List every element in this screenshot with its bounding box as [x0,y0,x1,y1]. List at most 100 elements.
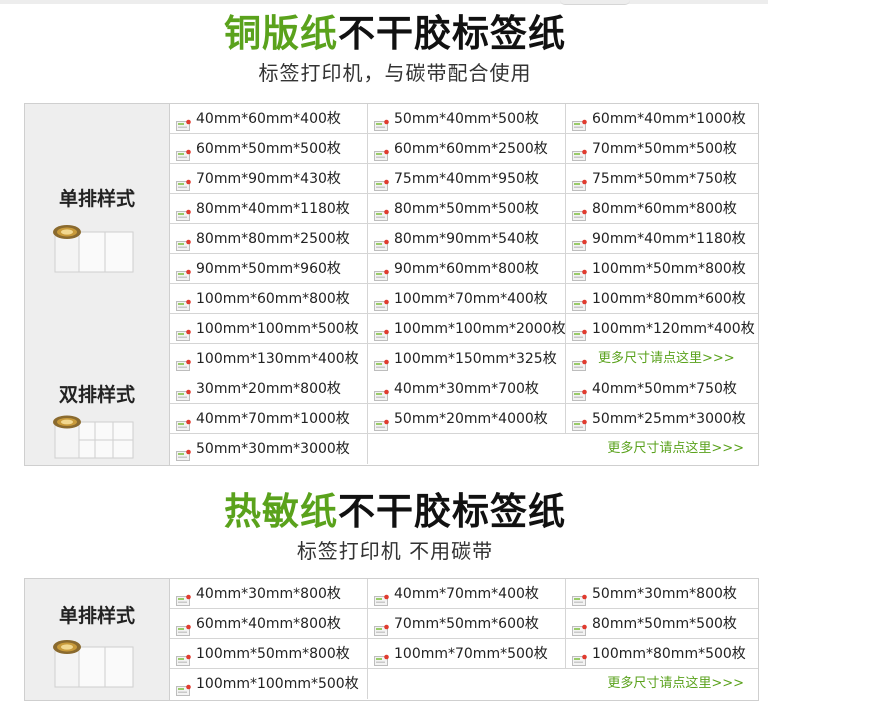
label-thumbnail-icon [374,648,390,666]
size-option-cell[interactable]: 90mm*40mm*1180枚 [566,224,758,254]
label-thumbnail-icon [572,323,588,341]
size-option-cell[interactable]: 70mm*50mm*600枚 [368,609,566,639]
size-option-cell[interactable]: 100mm*120mm*400枚 [566,314,758,344]
size-option-label: 100mm*80mm*500枚 [592,646,746,662]
size-option-label: 70mm*50mm*500枚 [592,141,737,157]
size-option-label: 100mm*120mm*400枚 [592,321,755,337]
size-option-label: 60mm*50mm*500枚 [196,141,341,157]
size-option-cell[interactable]: 40mm*50mm*750枚 [566,374,758,404]
label-thumbnail-icon [374,383,390,401]
label-roll-icon [53,225,134,273]
size-option-label: 100mm*100mm*500枚 [196,676,359,692]
label-thumbnail-icon [374,203,390,221]
size-option-label: 40mm*50mm*750枚 [592,381,737,397]
size-option-label: 100mm*80mm*600枚 [592,291,746,307]
size-option-cell[interactable]: 90mm*50mm*960枚 [170,254,368,284]
size-option-cell[interactable]: 50mm*30mm*3000枚 [170,434,368,464]
size-option-cell[interactable]: 80mm*90mm*540枚 [368,224,566,254]
size-option-label: 100mm*70mm*400枚 [394,291,548,307]
size-option-cell[interactable]: 90mm*60mm*800枚 [368,254,566,284]
size-option-cell[interactable]: 80mm*80mm*2500枚 [170,224,368,254]
size-option-cell[interactable]: 30mm*20mm*800枚 [170,374,368,404]
more-sizes-cell: 更多尺寸请点这里>>> [566,344,758,374]
size-option-cell[interactable]: 40mm*70mm*1000枚 [170,404,368,434]
size-option-cell[interactable]: 100mm*50mm*800枚 [170,639,368,669]
label-thumbnail-icon [176,443,192,461]
label-thumbnail-icon [374,293,390,311]
label-thumbnail-icon [176,648,192,666]
size-option-label: 60mm*60mm*2500枚 [394,141,548,157]
size-option-label: 50mm*25mm*3000枚 [592,411,746,427]
label-thumbnail-icon [572,588,588,606]
size-option-label: 80mm*40mm*1180枚 [196,201,350,217]
section2-single-row-label: 单排样式 [58,605,135,627]
size-option-label: 80mm*50mm*500枚 [394,201,539,217]
size-option-cell[interactable]: 70mm*50mm*500枚 [566,134,758,164]
size-option-cell[interactable]: 100mm*70mm*400枚 [368,284,566,314]
size-option-cell[interactable]: 75mm*40mm*950枚 [368,164,566,194]
size-option-label: 70mm*50mm*600枚 [394,616,539,632]
size-option-cell[interactable]: 100mm*50mm*800枚 [566,254,758,284]
size-option-label: 60mm*40mm*800枚 [196,616,341,632]
size-option-cell[interactable]: 100mm*150mm*325枚 [368,344,566,374]
label-roll-icon [53,640,134,688]
label-thumbnail-icon [176,383,192,401]
size-option-cell[interactable]: 60mm*60mm*2500枚 [368,134,566,164]
size-option-cell[interactable]: 60mm*40mm*800枚 [170,609,368,639]
size-option-label: 90mm*60mm*800枚 [394,261,539,277]
size-option-cell[interactable]: 50mm*25mm*3000枚 [566,404,758,434]
size-option-label: 70mm*90mm*430枚 [196,171,341,187]
size-option-label: 40mm*70mm*1000枚 [196,411,350,427]
size-option-cell[interactable]: 100mm*80mm*500枚 [566,639,758,669]
top-divider-arc [560,0,630,5]
size-option-cell[interactable]: 40mm*30mm*800枚 [170,579,368,609]
section2-single-row-table: 单排样式 40mm*30mm*800枚 40mm*70mm*400枚 50mm*30… [24,578,759,701]
size-option-cell[interactable]: 100mm*70mm*500枚 [368,639,566,669]
size-option-cell[interactable]: 75mm*50mm*750枚 [566,164,758,194]
size-option-cell[interactable]: 80mm*50mm*500枚 [566,609,758,639]
label-thumbnail-icon [176,233,192,251]
size-option-label: 80mm*60mm*800枚 [592,201,737,217]
size-option-cell[interactable]: 100mm*80mm*600枚 [566,284,758,314]
label-thumbnail-icon [176,293,192,311]
size-option-cell[interactable]: 80mm*60mm*800枚 [566,194,758,224]
section2-title-accent: 热敏纸 [224,490,338,533]
size-option-cell[interactable]: 60mm*40mm*1000枚 [566,104,758,134]
more-sizes-link[interactable]: 更多尺寸请点这里>>> [607,669,744,699]
size-option-cell[interactable]: 40mm*60mm*400枚 [170,104,368,134]
size-option-cell[interactable]: 100mm*100mm*2000枚 [368,314,566,344]
label-thumbnail-icon [572,618,588,636]
size-option-cell[interactable]: 100mm*60mm*800枚 [170,284,368,314]
size-option-cell[interactable]: 80mm*40mm*1180枚 [170,194,368,224]
size-option-cell[interactable]: 100mm*100mm*500枚 [170,314,368,344]
size-option-cell[interactable]: 80mm*50mm*500枚 [368,194,566,224]
label-thumbnail-icon [572,143,588,161]
size-option-label: 90mm*40mm*1180枚 [592,231,746,247]
label-thumbnail-icon [572,203,588,221]
double-row-label: 双排样式 [58,384,135,406]
size-option-label: 40mm*70mm*400枚 [394,586,539,602]
size-option-cell[interactable]: 40mm*70mm*400枚 [368,579,566,609]
label-thumbnail-icon [374,233,390,251]
size-option-cell[interactable]: 70mm*90mm*430枚 [170,164,368,194]
single-row-label: 单排样式 [58,188,135,210]
size-option-cell[interactable]: 100mm*100mm*500枚 [170,669,368,699]
label-thumbnail-icon [176,113,192,131]
double-row-label-roll-icon [53,415,134,459]
size-option-label: 80mm*50mm*500枚 [592,616,737,632]
size-option-cell[interactable]: 50mm*30mm*800枚 [566,579,758,609]
size-option-cell[interactable]: 100mm*130mm*400枚 [170,344,368,374]
size-option-cell[interactable]: 40mm*30mm*700枚 [368,374,566,404]
label-thumbnail-icon [572,263,588,281]
label-thumbnail-icon [572,353,588,371]
size-option-cell[interactable]: 60mm*50mm*500枚 [170,134,368,164]
section1-single-row-table: 单排样式 40mm*60mm*400枚 50mm*40mm*500枚 60mm*40… [24,103,759,376]
more-sizes-link[interactable]: 更多尺寸请点这里>>> [607,434,744,464]
size-option-label: 50mm*20mm*4000枚 [394,411,548,427]
more-sizes-link[interactable]: 更多尺寸请点这里>>> [598,344,735,374]
size-option-cell[interactable]: 50mm*20mm*4000枚 [368,404,566,434]
size-option-cell[interactable]: 50mm*40mm*500枚 [368,104,566,134]
size-option-label: 50mm*40mm*500枚 [394,111,539,127]
label-thumbnail-icon [176,263,192,281]
size-option-label: 40mm*30mm*800枚 [196,586,341,602]
